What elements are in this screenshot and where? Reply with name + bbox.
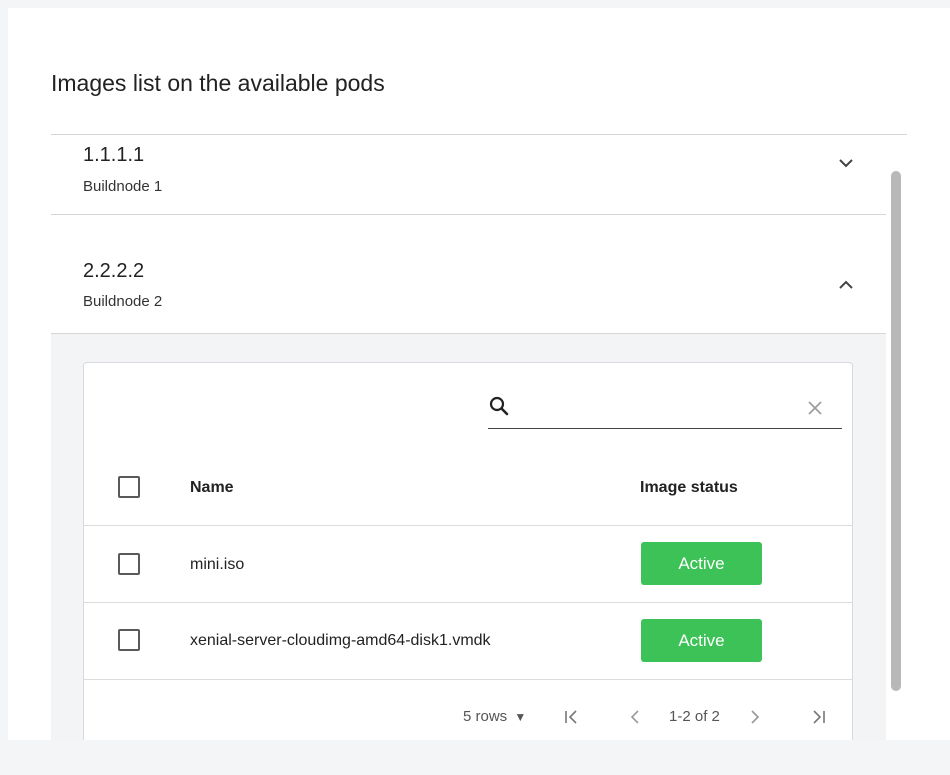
rows-per-page-select[interactable]: 5 rows ▼ [463,708,526,725]
image-name: xenial-server-cloudimg-amd64-disk1.vmdk [190,632,491,649]
accordion-item-title: 1.1.1.1 [83,144,145,166]
scrollbar-thumb[interactable] [891,171,901,691]
close-icon[interactable] [806,399,824,417]
row-divider [84,679,852,680]
accordion-body-buildnode-2: Name Image status mini.iso Active xenial… [51,334,886,740]
status-badge: Active [641,619,762,662]
rows-per-page-label: 5 rows [463,708,508,725]
next-page-icon[interactable] [746,708,764,726]
caret-down-icon: ▼ [514,710,527,724]
accordion-item-subtitle: Buildnode 2 [83,293,163,310]
images-panel: Images list on the available pods 1.1.1.… [8,8,950,740]
previous-page-icon[interactable] [626,708,644,726]
accordion-item-buildnode-2[interactable]: 2.2.2.2 Buildnode 2 [51,215,886,334]
header-divider [84,525,852,526]
chevron-up-icon[interactable] [836,275,856,295]
column-header-status[interactable]: Image status [640,479,738,497]
page-range: 1-2 of 2 [669,708,720,725]
status-badge: Active [641,542,762,585]
search-icon [489,396,509,416]
accordion-item-subtitle: Buildnode 1 [83,178,163,195]
select-all-checkbox[interactable] [118,476,140,498]
image-name: mini.iso [190,556,245,573]
column-header-name[interactable]: Name [190,479,234,497]
row-divider [84,602,852,603]
first-page-icon[interactable] [562,708,580,726]
search-field [488,393,842,429]
last-page-icon[interactable] [810,708,828,726]
panel-title: Images list on the available pods [51,70,385,96]
accordion-item-title: 2.2.2.2 [83,260,145,282]
accordion-item-buildnode-1[interactable]: 1.1.1.1 Buildnode 1 [51,135,886,215]
row-checkbox[interactable] [118,629,140,651]
chevron-down-icon[interactable] [836,153,856,173]
row-checkbox[interactable] [118,553,140,575]
search-input[interactable] [518,393,798,423]
images-table: Name Image status mini.iso Active xenial… [83,362,853,740]
